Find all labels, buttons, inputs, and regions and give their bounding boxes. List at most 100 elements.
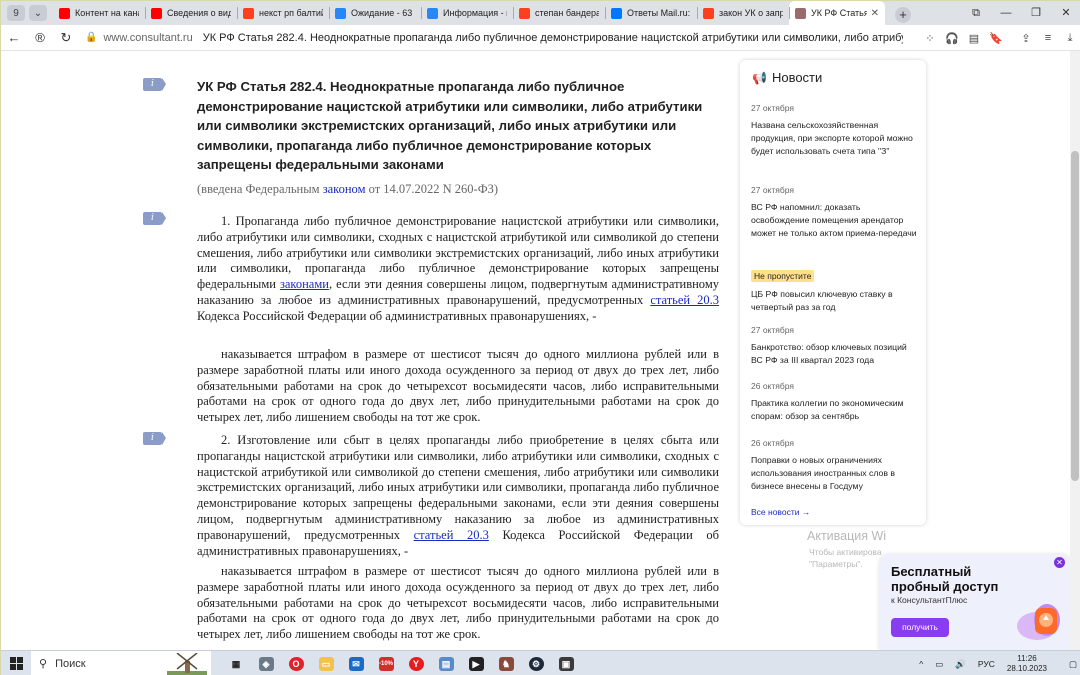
browser-tab[interactable]: некст рп балтий	[237, 1, 329, 25]
news-item[interactable]: 27 октября Банкротство: обзор ключевых п…	[751, 325, 919, 367]
penalty-2-text: наказывается штрафом в размере от шестис…	[197, 564, 719, 642]
clock[interactable]: 11:26 28.10.2023	[1007, 654, 1047, 674]
youtube-icon	[151, 7, 162, 19]
news-text[interactable]: Практика коллегии по экономическим спора…	[751, 397, 919, 423]
clock-time: 11:26	[1017, 654, 1037, 663]
penalty-2: наказывается штрафом в размере от шестис…	[197, 564, 719, 643]
tab-label: Ответы Mail.ru:	[627, 8, 691, 18]
notifications-icon[interactable]: ▢	[1069, 659, 1077, 670]
news-item[interactable]: Не пропустите ЦБ РФ повысил ключевую ста…	[751, 266, 919, 314]
promo-title: Бесплатный пробный доступ	[891, 564, 999, 594]
collections-icon[interactable]: ⧉	[961, 1, 991, 25]
close-tab-icon[interactable]: ✕	[871, 8, 879, 19]
minimize-button[interactable]: —	[991, 1, 1021, 25]
browser-tab[interactable]: Ожидание - 63	[329, 1, 421, 25]
task-view-button[interactable]: ▦	[221, 651, 251, 675]
get-access-button[interactable]: получить	[891, 618, 949, 637]
info-marker-icon[interactable]: i	[143, 212, 166, 225]
close-window-button[interactable]: ✕	[1051, 1, 1080, 25]
news-text[interactable]: ЦБ РФ повысил ключевую ставку в четверты…	[751, 288, 919, 314]
system-tray: ^ ▭ 🔊 РУС 11:26 28.10.2023 ▢	[919, 651, 1080, 675]
news-text[interactable]: Банкротство: обзор ключевых позиций ВС Р…	[751, 341, 919, 367]
reader-mode-icon[interactable]: ▤	[963, 32, 985, 45]
bookmark-icon[interactable]: 🔖	[985, 32, 1007, 45]
law-link[interactable]: законом	[323, 182, 366, 196]
reload-button[interactable]: ↻	[53, 30, 79, 46]
game-app-icon[interactable]: ♞	[491, 651, 521, 675]
file-explorer-icon[interactable]: ▭	[311, 651, 341, 675]
vk-icon	[427, 7, 438, 19]
paragraph-1: 1. Пропаганда либо публичное демонстриро…	[197, 214, 719, 325]
opera-icon[interactable]: O	[281, 651, 311, 675]
news-item[interactable]: 26 октября Практика коллегии по экономич…	[751, 381, 919, 423]
news-date: 26 октября	[751, 381, 794, 391]
youtube-icon	[59, 7, 70, 19]
menu-icon[interactable]: ≡	[1037, 32, 1059, 44]
yandex-browser-icon[interactable]: Y	[401, 651, 431, 675]
browser-tab[interactable]: Контент на кана	[53, 1, 145, 25]
headphones-icon[interactable]: 🎧	[941, 32, 963, 45]
mailru-icon	[611, 7, 622, 19]
lock-icon[interactable]: 🔒	[85, 32, 97, 43]
sale-app-icon[interactable]: -10%	[371, 651, 401, 675]
steam-icon[interactable]: ⚙	[521, 651, 551, 675]
news-heading-text: Новости	[771, 70, 823, 85]
article-20-3-link[interactable]: статьей 20.3	[650, 293, 719, 307]
browser-tab[interactable]: Ответы Mail.ru:	[605, 1, 697, 25]
yandex-browser-menu-button[interactable]: 9	[7, 5, 25, 21]
tray-chevron-icon[interactable]: ^	[919, 659, 923, 669]
maximize-button[interactable]: ❐	[1021, 1, 1051, 25]
video-editor-icon[interactable]: ▣	[551, 651, 581, 675]
news-item[interactable]: 27 октября Названа сельскохозяйственная …	[751, 103, 919, 157]
taskbar-search-box[interactable]: ⚲ Поиск	[31, 650, 211, 675]
url-page-title[interactable]: УК РФ Статья 282.4. Неоднократные пропаг…	[203, 32, 903, 44]
network-icon[interactable]: ▭	[935, 659, 943, 670]
mail-icon[interactable]: ✉	[341, 651, 371, 675]
shield-app-icon[interactable]: ◈	[251, 651, 281, 675]
page-scrollbar[interactable]	[1070, 51, 1080, 650]
share-icon[interactable]: ⇪	[1015, 32, 1037, 45]
introduced-note: (введена Федеральным законом от 14.07.20…	[197, 182, 498, 197]
language-indicator[interactable]: РУС	[978, 659, 995, 669]
browser-tab[interactable]: Информация - г	[421, 1, 513, 25]
gift-illustration-icon	[1017, 604, 1060, 640]
laws-link[interactable]: законами	[280, 277, 329, 291]
address-bar: ← ® ↻ 🔒 www.consultant.ru УК РФ Статья 2…	[1, 25, 1080, 51]
news-text[interactable]: ВС РФ напомнил: доказать освобождение по…	[751, 201, 919, 239]
notepad-icon[interactable]: ▤	[431, 651, 461, 675]
paragraph-2: 2. Изготовление или сбыт в целях пропага…	[197, 433, 719, 559]
article-20-3-link[interactable]: статьей 20.3	[414, 528, 489, 542]
browser-tab[interactable]: закон УК о запр	[697, 1, 789, 25]
scrollbar-thumb[interactable]	[1071, 151, 1079, 481]
close-icon[interactable]: ✕	[1054, 557, 1065, 568]
browser-tab[interactable]: степан бандера	[513, 1, 605, 25]
extensions-icon[interactable]: ⁘	[919, 32, 941, 45]
news-item[interactable]: 26 октября Поправки о новых ограничениях…	[751, 438, 919, 492]
news-date: 27 октября	[751, 185, 794, 195]
news-date: 27 октября	[751, 325, 794, 335]
yandex-icon	[243, 7, 254, 19]
activation-watermark-title: Активация Wi	[807, 529, 887, 543]
news-text[interactable]: Поправки о новых ограничениях использова…	[751, 454, 919, 492]
tab-label: Ожидание - 63	[351, 8, 413, 18]
windows-start-button[interactable]	[1, 657, 31, 670]
download-icon[interactable]: ⤓	[1059, 32, 1080, 45]
news-item[interactable]: 27 октября ВС РФ напомнил: доказать осво…	[751, 185, 919, 239]
new-tab-button[interactable]: +	[895, 7, 911, 23]
tab-label: некст рп балтий	[259, 8, 323, 18]
all-news-link[interactable]: Все новости →	[751, 507, 810, 517]
browser-tab[interactable]: Сведения о вид	[145, 1, 237, 25]
tabs-dropdown-button[interactable]: ⌄	[29, 5, 47, 21]
consultant-icon	[795, 7, 806, 19]
back-button[interactable]: ←	[1, 30, 27, 45]
volume-icon[interactable]: 🔊	[955, 659, 966, 670]
info-marker-icon[interactable]: i	[143, 432, 166, 445]
news-panel: 📢 Новости 27 октября Названа сельскохозя…	[740, 60, 926, 525]
media-player-icon[interactable]: ▶	[461, 651, 491, 675]
yandex-protect-icon[interactable]: ®	[27, 30, 53, 45]
news-text[interactable]: Названа сельскохозяйственная продукция, …	[751, 119, 919, 157]
yandex-icon	[703, 7, 714, 19]
info-marker-icon[interactable]: i	[143, 78, 166, 91]
browser-tab[interactable]: УК РФ Статья ✕	[789, 1, 885, 25]
url-domain[interactable]: www.consultant.ru	[103, 32, 192, 44]
